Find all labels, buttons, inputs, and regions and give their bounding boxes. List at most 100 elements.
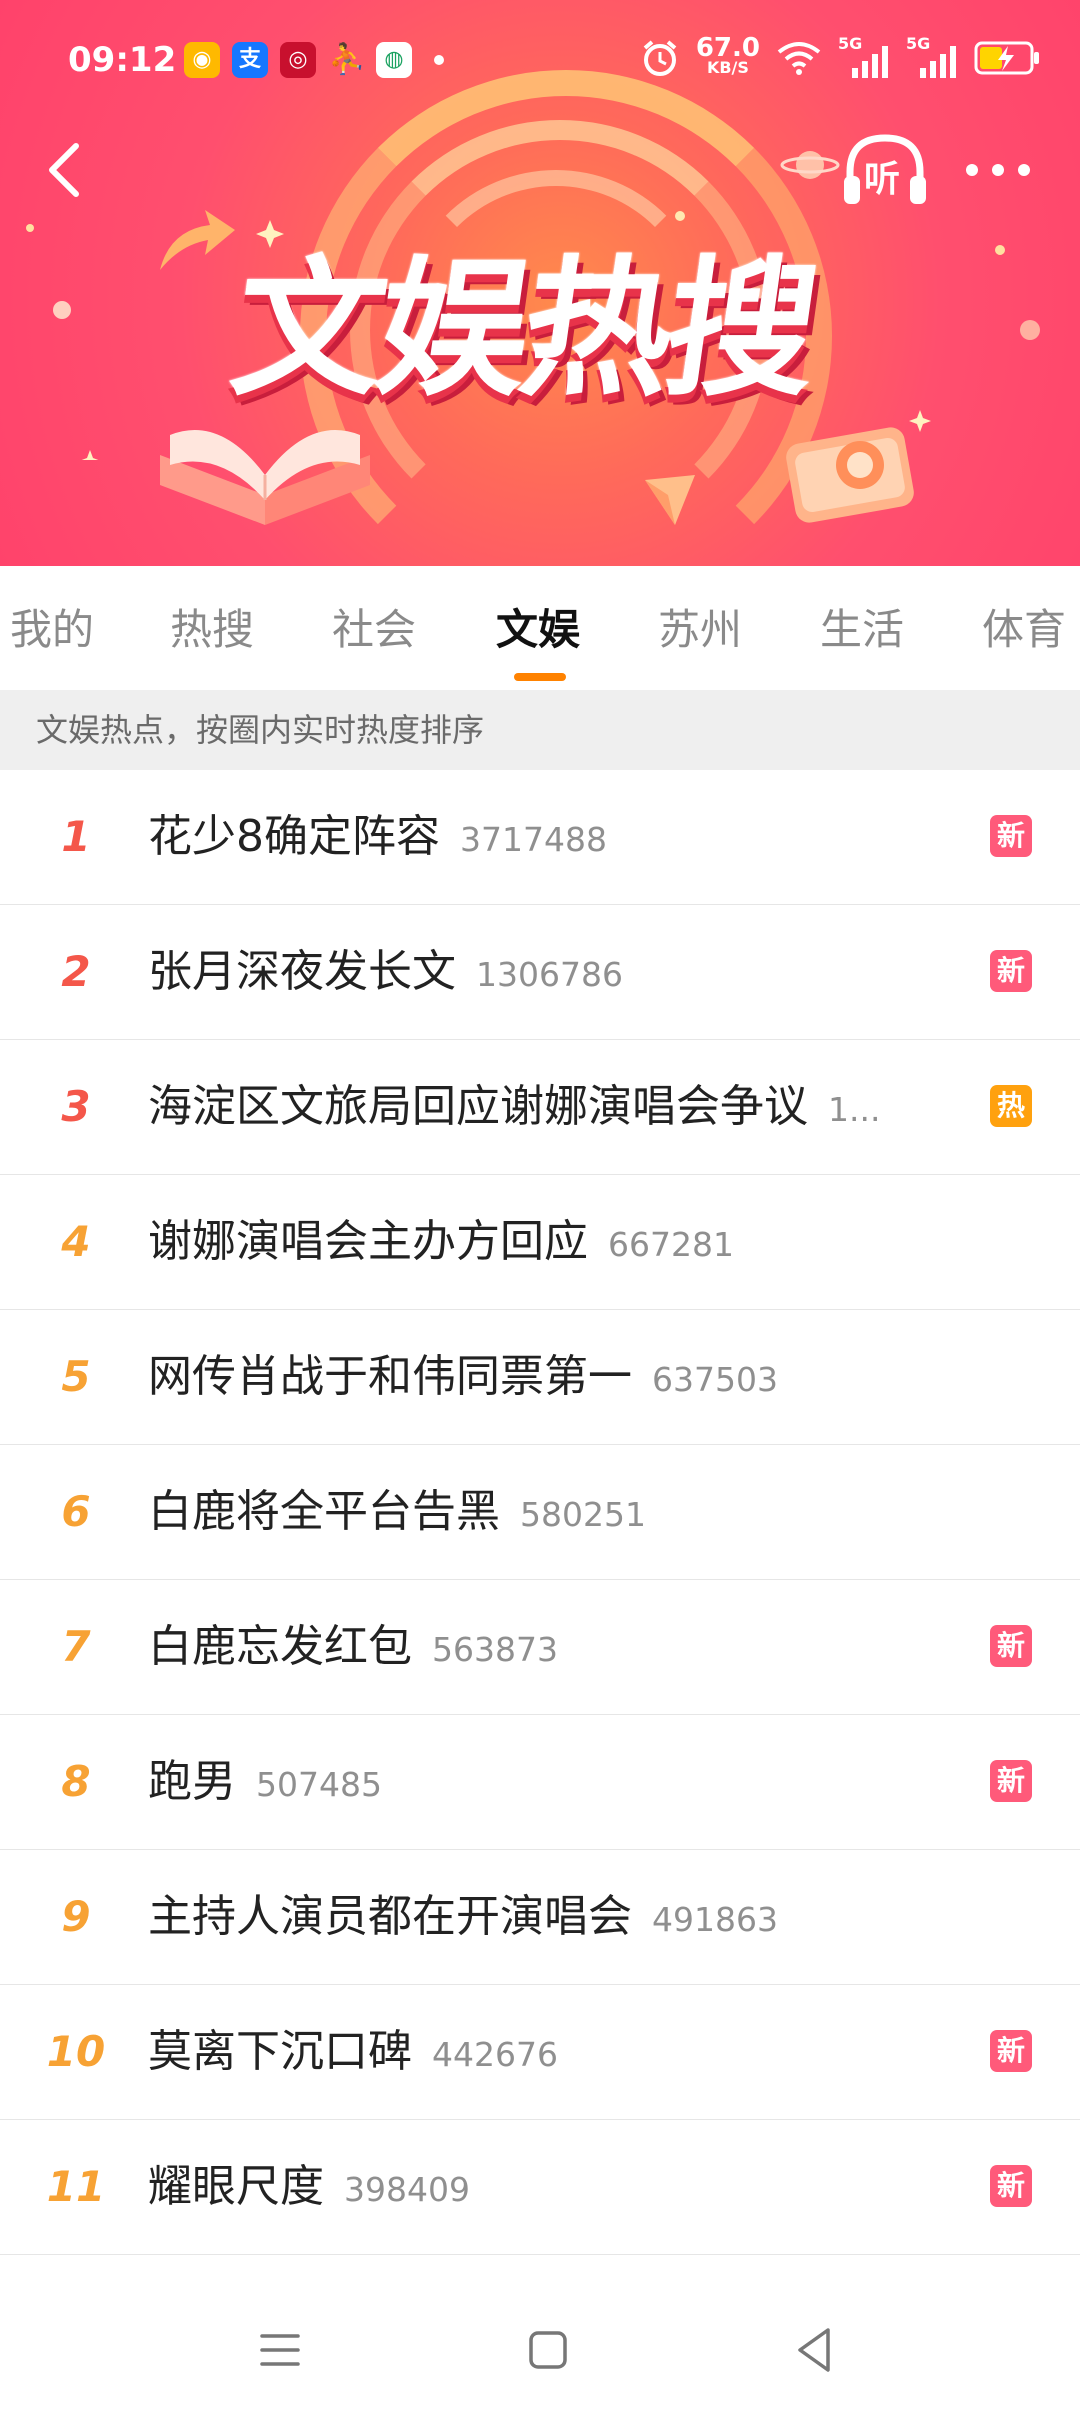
signal-bars-icon [852,46,888,78]
rank-number: 10 [46,2027,106,2076]
more-options-icon[interactable] [962,152,1034,188]
item-count: 442676 [432,2035,558,2074]
item-title: 网传肖战于和伟同票第一 [148,1351,632,1402]
system-nav-bar [0,2290,1080,2412]
rank-number: 8 [61,1757,91,1806]
hot-search-list: 1 花少8确定阵容 3717488 新 2 张月深夜发长文 1306786 新 3 … [0,770,1080,2255]
category-tabs: 我的 热搜 社会 文娱 苏州 生活 体育 [0,566,1080,690]
item-title: 耀眼尺度 [148,2161,324,2212]
item-count: 563873 [432,1630,558,1669]
weibo-app-icon: ◉ [184,42,220,78]
rank-number: 5 [61,1352,91,1401]
item-title-line: 跑男 507485 [148,1715,382,1849]
back-triangle-icon[interactable] [784,2320,844,2380]
item-title-line: 莫离下沉口碑 442676 [148,1985,558,2119]
back-arrow-icon[interactable] [38,140,98,200]
rank-number: 7 [61,1622,91,1671]
item-count: 3717488 [460,820,607,859]
item-title: 花少8确定阵容 [148,811,440,862]
item-count: 1... [828,1090,881,1129]
item-count: 507485 [256,1765,382,1804]
list-item[interactable]: 8 跑男 507485 新 [0,1715,1080,1850]
new-badge: 新 [990,2165,1032,2207]
rank-number: 2 [61,947,91,996]
new-badge: 新 [990,2030,1032,2072]
list-item[interactable]: 10 莫离下沉口碑 442676 新 [0,1985,1080,2120]
new-badge: 新 [990,950,1032,992]
banner-title: 文娱热搜 [222,243,824,417]
list-item[interactable]: 9 主持人演员都在开演唱会 491863 [0,1850,1080,1985]
tab-life[interactable]: 生活 [820,596,904,657]
list-item[interactable]: 4 谢娜演唱会主办方回应 667281 [0,1175,1080,1310]
item-title-line: 谢娜演唱会主办方回应 667281 [148,1175,734,1309]
item-title-line: 耀眼尺度 398409 [148,2120,470,2254]
planet-decoration [780,151,840,179]
rank-number: 9 [61,1892,91,1941]
china-mobile-app-icon: ◍ [376,42,412,78]
pinduoduo-app-icon: ⛹ [328,42,366,77]
signal-bars-icon [920,46,956,78]
item-count: 398409 [344,2170,470,2209]
list-item[interactable]: 2 张月深夜发长文 1306786 新 [0,905,1080,1040]
status-bar: 09:12 ◉ 支 ◎ ⛹ ◍ 67.0 KB/S 5G 5G [0,0,1080,120]
item-title: 主持人演员都在开演唱会 [148,1891,632,1942]
home-square-icon[interactable] [518,2320,578,2380]
item-title: 谢娜演唱会主办方回应 [148,1216,588,1267]
item-title-line: 网传肖战于和伟同票第一 637503 [148,1310,778,1444]
item-title-line: 张月深夜发长文 1306786 [148,905,623,1039]
list-item[interactable]: 5 网传肖战于和伟同票第一 637503 [0,1310,1080,1445]
new-badge: 新 [990,1760,1032,1802]
net-speed: 67.0 KB/S [696,35,760,78]
tab-mine[interactable]: 我的 [10,596,94,657]
tab-society[interactable]: 社会 [332,596,416,657]
rank-number: 1 [61,812,91,861]
status-time: 09:12 [68,40,177,80]
item-title-line: 海淀区文旅局回应谢娜演唱会争议 1... [148,1040,880,1174]
list-item[interactable]: 1 花少8确定阵容 3717488 新 [0,770,1080,905]
header-banner: 09:12 ◉ 支 ◎ ⛹ ◍ 67.0 KB/S 5G 5G 听 文娱热搜 [0,0,1080,566]
rank-number: 4 [61,1217,91,1266]
item-title: 跑男 [148,1756,236,1807]
item-title-line: 白鹿忘发红包 563873 [148,1580,558,1714]
rank-number: 11 [46,2162,106,2211]
item-title-line: 花少8确定阵容 3717488 [148,770,607,904]
alarm-icon [643,40,677,76]
list-description: 文娱热点，按圈内实时热度排序 [0,690,1080,770]
list-item[interactable]: 7 白鹿忘发红包 563873 新 [0,1580,1080,1715]
item-title: 白鹿将全平台告黑 [148,1486,500,1537]
item-count: 667281 [608,1225,734,1264]
tab-sports[interactable]: 体育 [982,596,1066,657]
new-badge: 新 [990,1625,1032,1667]
item-title: 白鹿忘发红包 [148,1621,412,1672]
rank-number: 3 [61,1082,91,1131]
item-count: 580251 [520,1495,646,1534]
list-item[interactable]: 6 白鹿将全平台告黑 580251 [0,1445,1080,1580]
item-title: 海淀区文旅局回应谢娜演唱会争议 [148,1081,808,1132]
tab-hot-search[interactable]: 热搜 [170,596,254,657]
item-count: 637503 [652,1360,778,1399]
listen-label: 听 [864,159,901,200]
tab-suzhou[interactable]: 苏州 [658,596,742,657]
hot-badge: 热 [990,1085,1032,1127]
listen-button[interactable]: 听 [840,132,930,208]
battery-charging-icon [974,41,1039,75]
list-item[interactable]: 11 耀眼尺度 398409 新 [0,2120,1080,2255]
more-notifications-dot-icon [434,55,444,65]
list-description-text: 文娱热点，按圈内实时热度排序 [36,711,485,749]
item-count: 491863 [652,1900,778,1939]
item-title: 张月深夜发长文 [148,946,456,997]
list-item[interactable]: 3 海淀区文旅局回应谢娜演唱会争议 1... 热 [0,1040,1080,1175]
notification-app-icons: ◉ 支 ◎ ⛹ ◍ [184,42,444,78]
signal-5g-2: 5G [906,34,958,78]
rank-number: 6 [61,1487,91,1536]
tab-entertainment[interactable]: 文娱 [496,596,580,657]
signal-5g-1: 5G [838,34,890,78]
wifi-icon [777,42,821,75]
active-tab-indicator [514,673,566,681]
paper-plane-icon [645,475,695,525]
alipay-app-icon: 支 [232,42,268,78]
status-right: 67.0 KB/S 5G 5G [640,34,1040,78]
new-badge: 新 [990,815,1032,857]
item-title: 莫离下沉口碑 [148,2026,412,2077]
menu-icon[interactable] [250,2320,310,2380]
